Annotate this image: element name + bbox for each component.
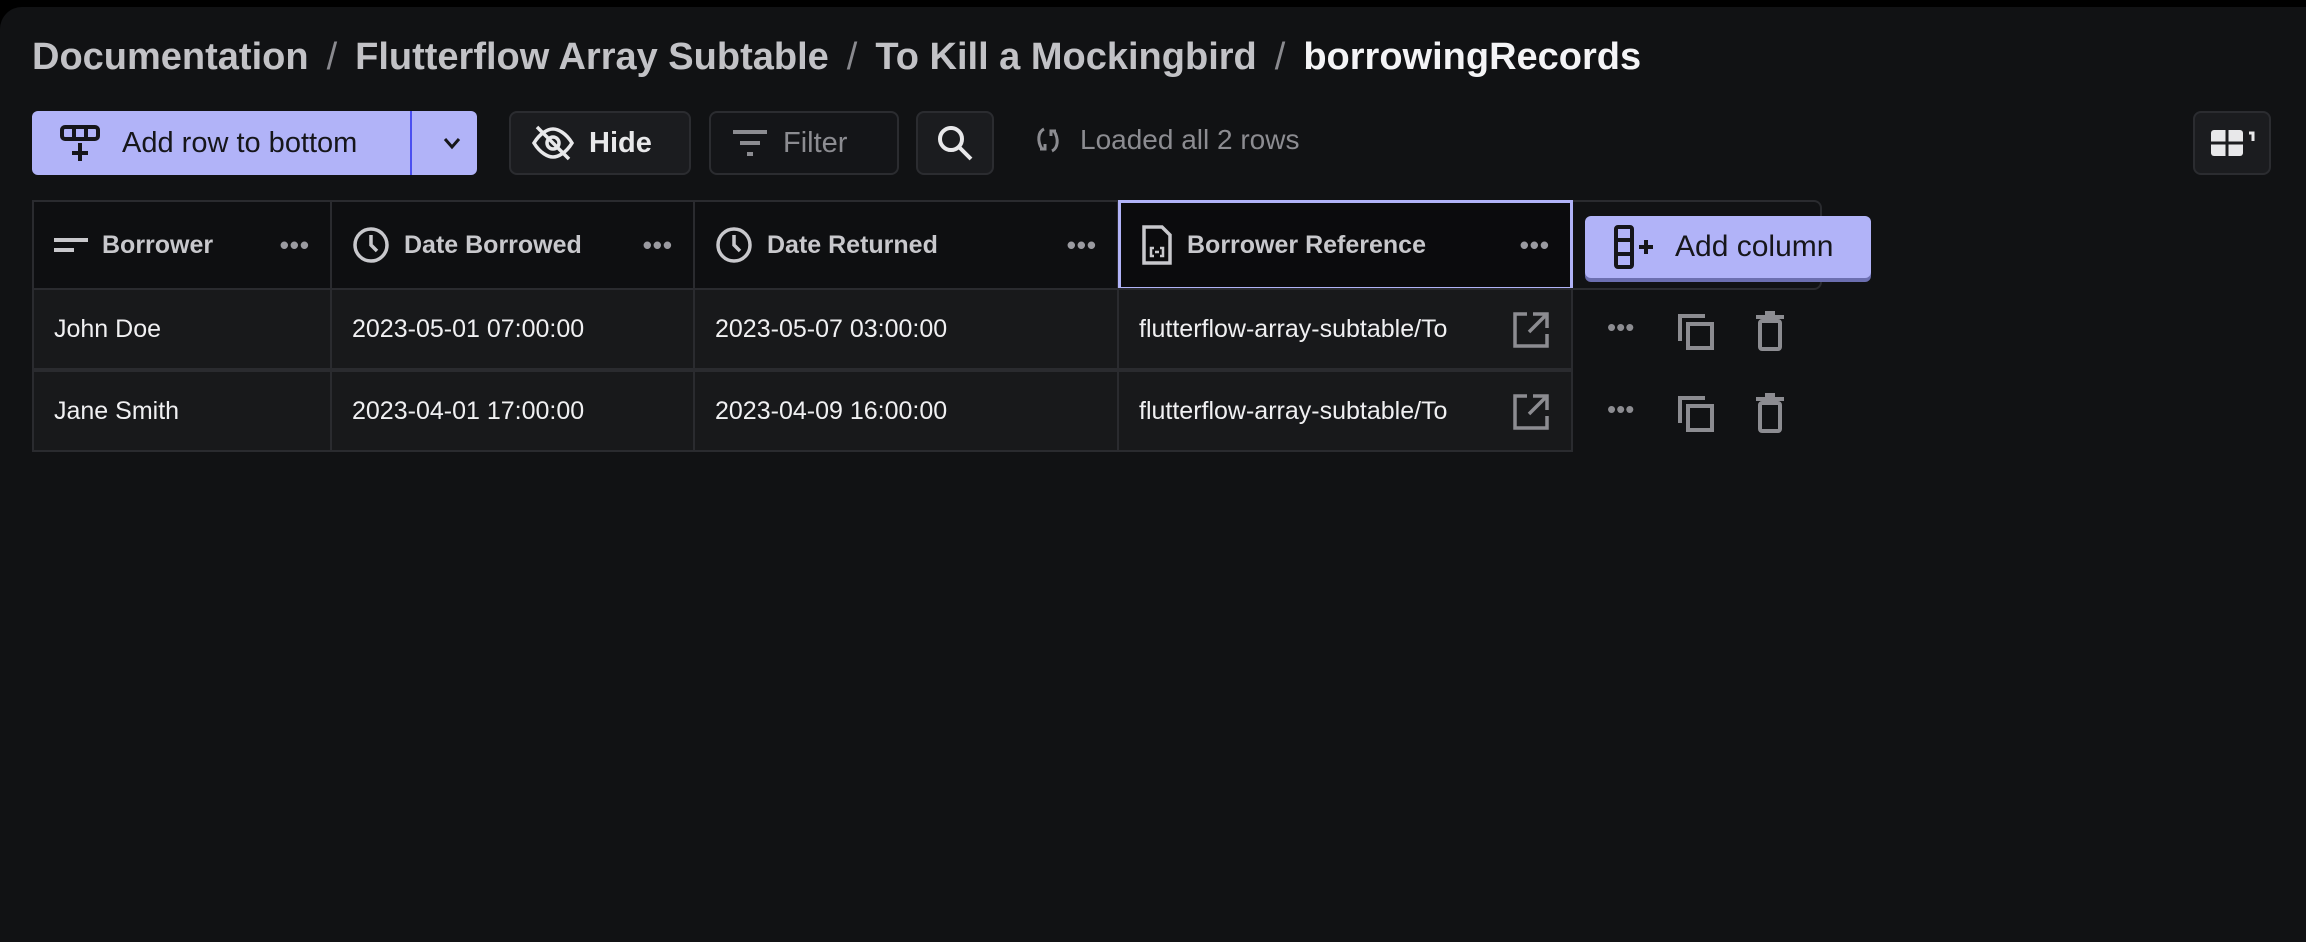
column-header-borrower-reference[interactable]: Borrower Reference •••	[1118, 200, 1573, 290]
breadcrumb-project[interactable]: Flutterflow Array Subtable	[355, 36, 829, 79]
column-header-date-returned[interactable]: Date Returned •••	[693, 200, 1119, 290]
add-column-button[interactable]: Add column	[1585, 216, 1871, 278]
column-menu-icon[interactable]: •••	[1520, 230, 1550, 261]
filter-button[interactable]: Filter	[709, 111, 899, 175]
hide-button[interactable]: Hide	[509, 111, 691, 175]
breadcrumb-documentation[interactable]: Documentation	[32, 36, 309, 79]
load-status-text: Loaded all 2 rows	[1080, 124, 1300, 155]
column-label: Date Returned	[767, 230, 938, 259]
reference-text: flutterflow-array-subtable/To	[1139, 314, 1448, 343]
duplicate-icon[interactable]	[1677, 395, 1715, 433]
column-label: Borrower Reference	[1187, 230, 1426, 259]
column-header-date-borrowed[interactable]: Date Borrowed •••	[330, 200, 695, 290]
table-cell[interactable]: 2023-05-07 03:00:00	[693, 288, 1119, 370]
reference-text: flutterflow-array-subtable/To	[1139, 396, 1448, 425]
delete-icon[interactable]	[1754, 392, 1786, 434]
table-cell[interactable]: 2023-04-09 16:00:00	[693, 370, 1119, 452]
add-row-icon	[60, 125, 100, 161]
add-column-label: Add column	[1675, 230, 1834, 263]
duplicate-icon[interactable]	[1677, 313, 1715, 351]
add-row-button-group: Add row to bottom	[32, 111, 477, 175]
filter-label: Filter	[783, 126, 848, 159]
row-menu-icon[interactable]: •••	[1607, 312, 1634, 343]
table-cell[interactable]: 2023-04-01 17:00:00	[330, 370, 695, 452]
table-cell[interactable]: 2023-05-01 07:00:00	[330, 288, 695, 370]
filter-icon	[733, 130, 767, 156]
breadcrumb: Documentation / Flutterflow Array Subtabl…	[32, 36, 1641, 79]
add-row-label: Add row to bottom	[122, 126, 358, 159]
refresh-icon	[1037, 127, 1059, 153]
table-cell-reference[interactable]: flutterflow-array-subtable/To	[1117, 370, 1573, 452]
open-external-icon[interactable]	[1511, 310, 1551, 350]
delete-icon[interactable]	[1754, 310, 1786, 352]
breadcrumb-document[interactable]: To Kill a Mockingbird	[875, 36, 1256, 79]
breadcrumb-separator: /	[1274, 36, 1286, 78]
clock-icon	[353, 227, 389, 263]
eye-off-icon	[531, 125, 575, 161]
column-menu-icon[interactable]: •••	[643, 230, 673, 261]
column-menu-icon[interactable]: •••	[1067, 230, 1097, 261]
file-link-icon	[1142, 225, 1172, 265]
search-icon	[938, 126, 973, 161]
open-external-icon[interactable]	[1511, 392, 1551, 432]
add-row-button[interactable]: Add row to bottom	[32, 111, 412, 175]
table-view-button[interactable]	[2193, 111, 2271, 175]
breadcrumb-separator: /	[846, 36, 858, 78]
search-button[interactable]	[916, 111, 994, 175]
add-column-icon	[1614, 225, 1653, 269]
table-cell-reference[interactable]: flutterflow-array-subtable/To	[1117, 288, 1573, 370]
breadcrumb-current: borrowingRecords	[1303, 36, 1642, 78]
breadcrumb-separator: /	[326, 36, 338, 78]
add-row-dropdown[interactable]	[426, 111, 477, 175]
text-icon	[54, 238, 88, 252]
column-header-borrower[interactable]: Borrower •••	[32, 200, 332, 290]
column-menu-icon[interactable]: •••	[280, 230, 310, 261]
table-cell[interactable]: John Doe	[32, 288, 332, 370]
table-cell[interactable]: Jane Smith	[32, 370, 332, 452]
chevron-down-icon	[443, 138, 460, 150]
table-view-icon	[2211, 130, 2255, 156]
column-label: Date Borrowed	[404, 230, 582, 259]
row-menu-icon[interactable]: •••	[1607, 394, 1634, 425]
load-status: Loaded all 2 rows	[1034, 124, 1299, 156]
column-label: Borrower	[102, 230, 214, 259]
clock-icon	[716, 227, 752, 263]
hide-label: Hide	[589, 126, 652, 159]
